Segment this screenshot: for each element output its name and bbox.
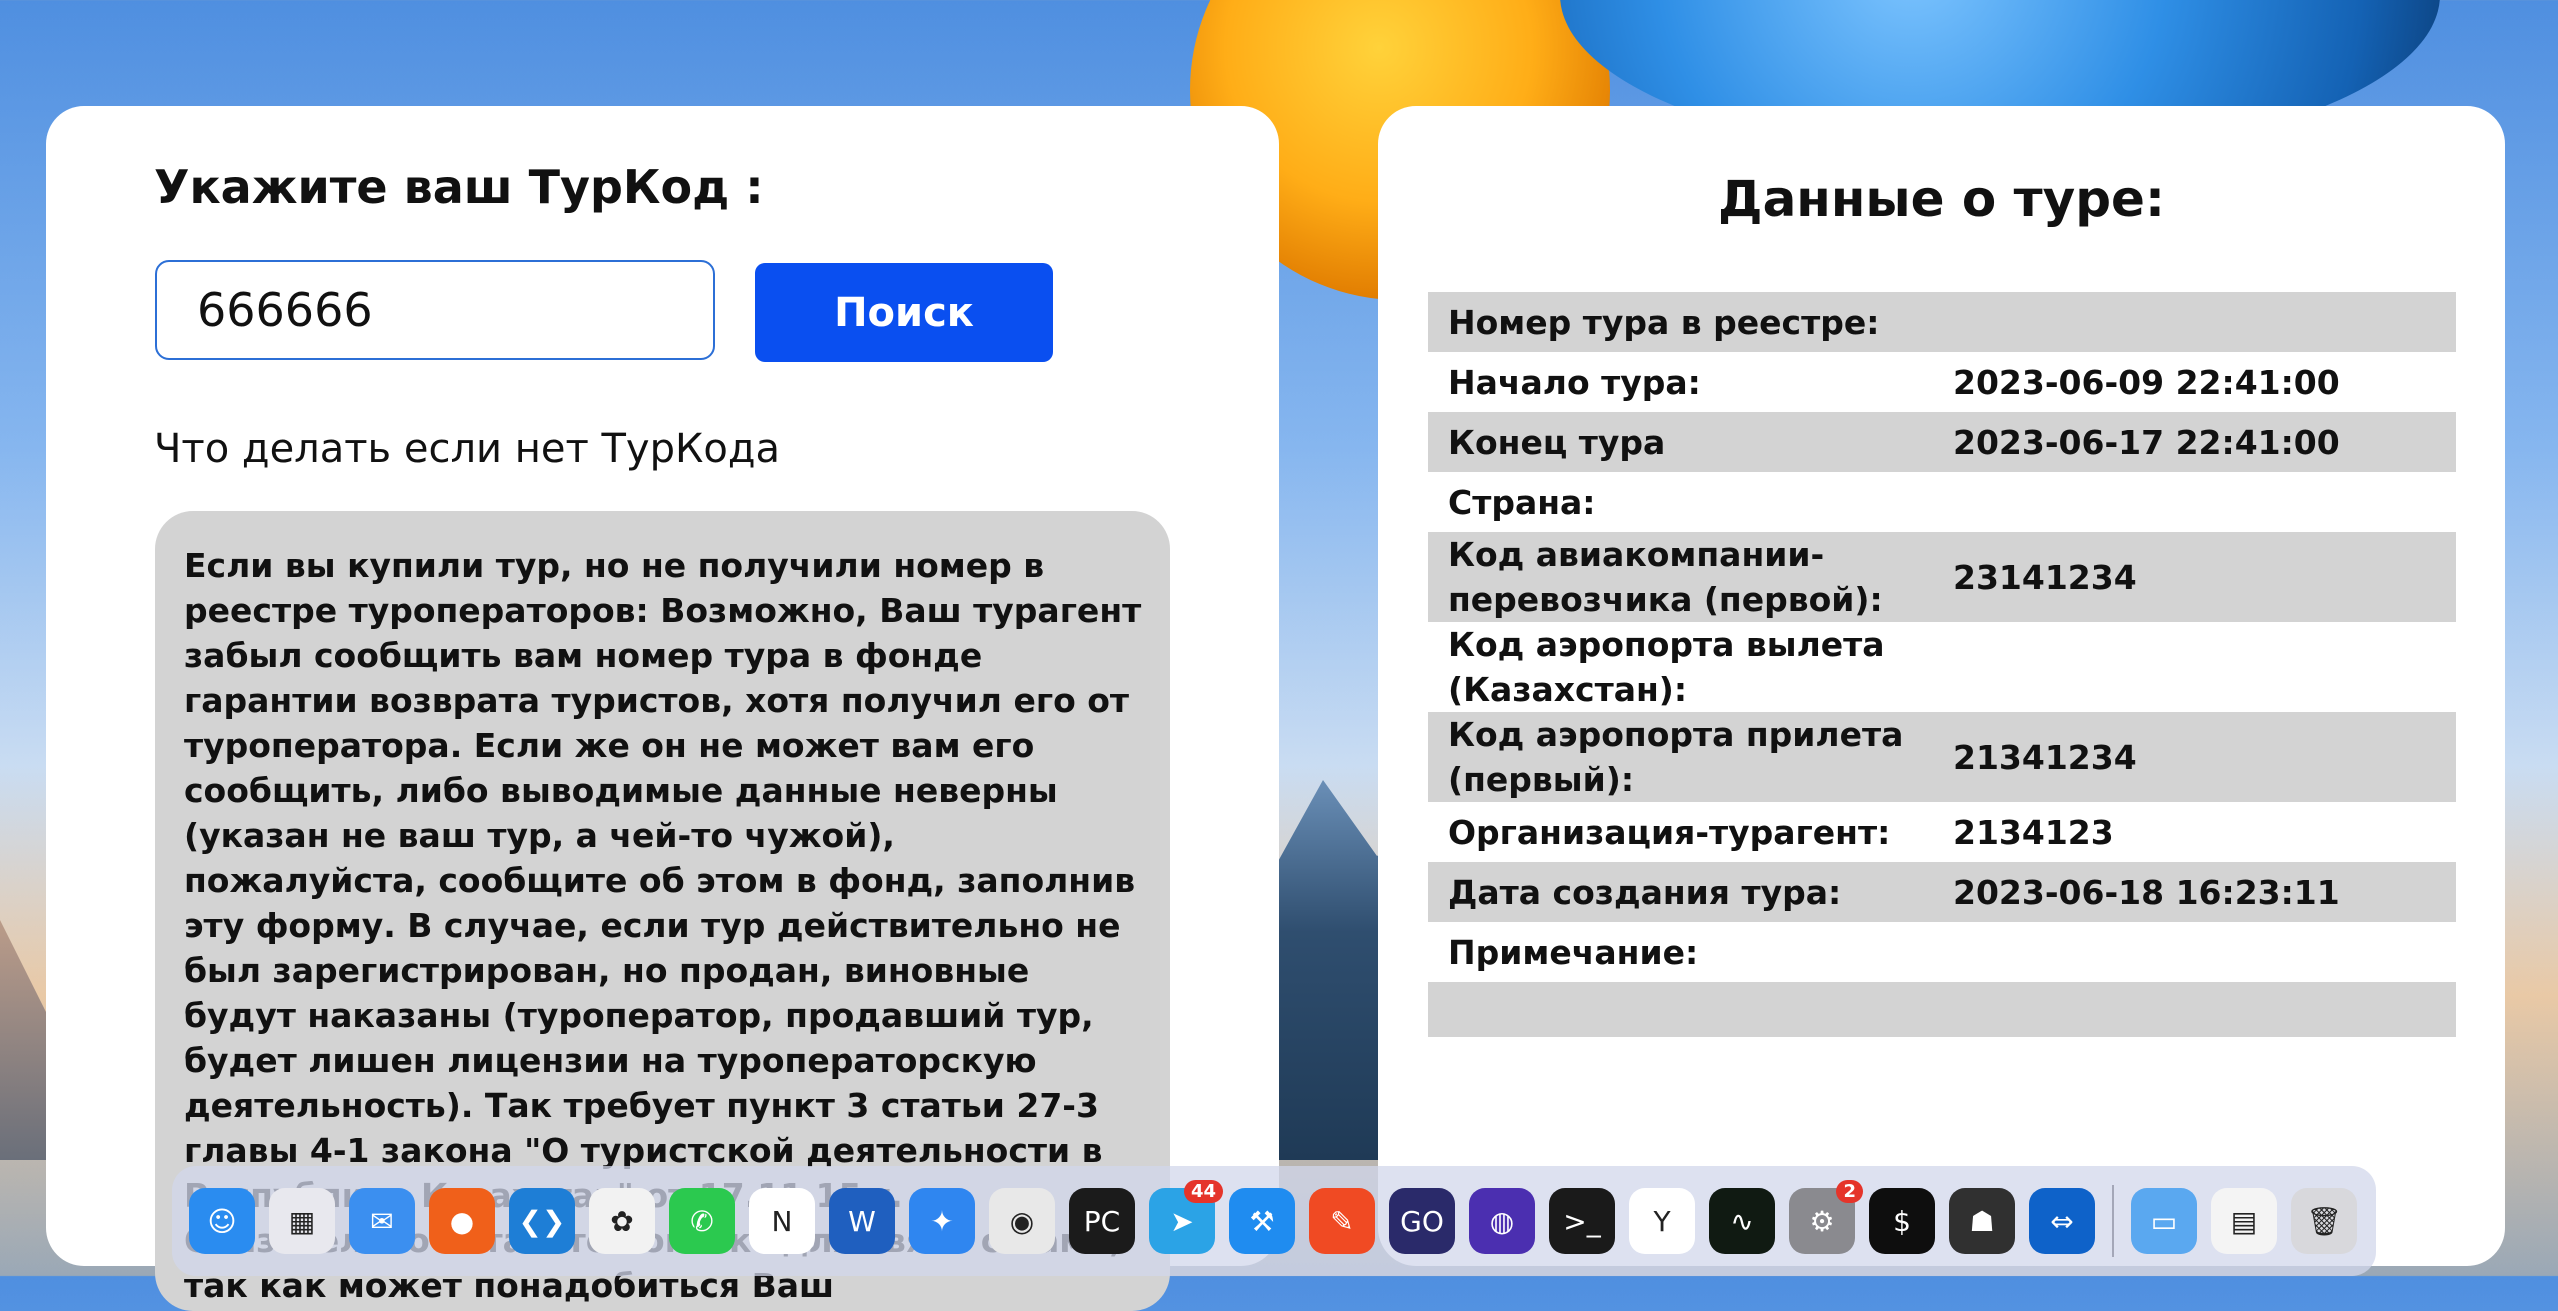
whatsapp-glyph: ✆ bbox=[690, 1204, 714, 1238]
dock: ☺ ▦ ✉ ● ❮❯ ✿ ✆ N W ✦ ◉ PC ➤ 44 ⚒ ✎ GO ◍ >_ Y ∿ ⚙ 2 $ ☗ ⇔ ▭ ▤ 🗑 bbox=[172, 1166, 2376, 1276]
row-value bbox=[1933, 622, 2456, 712]
word-icon[interactable]: W bbox=[829, 1188, 895, 1254]
iterm-icon[interactable]: $ bbox=[1869, 1188, 1935, 1254]
xcode-glyph: ⚒ bbox=[1249, 1204, 1275, 1238]
tourcode-panel: Укажите ваш ТурКод : Поиск Что делать ес… bbox=[46, 106, 1279, 1311]
system-settings-icon[interactable]: ⚙ 2 bbox=[1789, 1180, 1863, 1254]
table-row: Начало тура: 2023-06-09 22:41:00 bbox=[1428, 352, 2456, 412]
row-value bbox=[1933, 292, 2456, 352]
activity-monitor-icon[interactable]: ∿ bbox=[1709, 1188, 1775, 1254]
launchpad-glyph: ▦ bbox=[288, 1204, 316, 1238]
table-row: Код аэропорта прилета (первый): 21341234 bbox=[1428, 712, 2456, 802]
row-key: Конец тура bbox=[1428, 412, 1933, 472]
row-key: Страна: bbox=[1428, 472, 1933, 532]
paw-icon[interactable]: ✎ bbox=[1309, 1188, 1375, 1254]
table-row-empty bbox=[1428, 982, 2456, 1037]
safari-icon[interactable]: ✦ bbox=[909, 1188, 975, 1254]
search-button[interactable]: Поиск bbox=[755, 263, 1053, 362]
dock-separator bbox=[2112, 1185, 2114, 1257]
helmet-app-icon[interactable]: ☗ bbox=[1949, 1188, 2015, 1254]
row-value bbox=[1933, 472, 2456, 532]
table-row: Примечание: bbox=[1428, 922, 2456, 982]
table-row: Страна: bbox=[1428, 472, 2456, 532]
yandex-browser-icon[interactable]: Y bbox=[1629, 1188, 1695, 1254]
safari-glyph: ✦ bbox=[930, 1204, 954, 1238]
row-key: Код аэропорта прилета (первый): bbox=[1428, 712, 1933, 802]
terminal-glyph: >_ bbox=[1563, 1204, 1601, 1238]
row-key: Код авиакомпании-перевозчика (первой): bbox=[1428, 532, 1933, 622]
chrome-glyph: ◉ bbox=[1009, 1204, 1035, 1238]
row-value: 2023-06-09 22:41:00 bbox=[1933, 352, 2456, 412]
finder-icon[interactable]: ☺ bbox=[189, 1188, 255, 1254]
downloads-folder-icon[interactable]: ▭ bbox=[2131, 1188, 2197, 1254]
firefox-icon[interactable]: ● bbox=[429, 1188, 495, 1254]
mail-glyph: ✉ bbox=[370, 1204, 394, 1238]
terminal-icon[interactable]: >_ bbox=[1549, 1188, 1615, 1254]
system-settings-glyph: ⚙ bbox=[1809, 1204, 1835, 1238]
empty-cell bbox=[1933, 982, 2456, 1037]
telegram-icon[interactable]: ➤ 44 bbox=[1149, 1180, 1223, 1254]
firefox-glyph: ● bbox=[449, 1204, 475, 1238]
word-glyph: W bbox=[848, 1204, 876, 1238]
pycharm-glyph: PC bbox=[1083, 1204, 1121, 1238]
row-value bbox=[1933, 922, 2456, 982]
tourcode-title: Укажите ваш ТурКод : bbox=[154, 160, 764, 214]
row-key: Код аэропорта вылета (Казахстан): bbox=[1428, 622, 1933, 712]
row-value: 2023-06-17 22:41:00 bbox=[1933, 412, 2456, 472]
yandex-browser-glyph: Y bbox=[1653, 1204, 1671, 1238]
teamviewer-icon[interactable]: ⇔ bbox=[2029, 1188, 2095, 1254]
document-preview-icon[interactable]: ▤ bbox=[2211, 1188, 2277, 1254]
no-tourcode-heading: Что делать если нет ТурКода bbox=[154, 426, 781, 472]
table-row: Дата создания тура: 2023-06-18 16:23:11 bbox=[1428, 862, 2456, 922]
helmet-app-glyph: ☗ bbox=[1969, 1204, 1995, 1238]
pycharm-icon[interactable]: PC bbox=[1069, 1188, 1135, 1254]
row-value: 21341234 bbox=[1933, 712, 2456, 802]
finder-glyph: ☺ bbox=[207, 1204, 237, 1238]
row-key: Организация-турагент: bbox=[1428, 802, 1933, 862]
trash-glyph: 🗑 bbox=[2306, 1204, 2342, 1238]
table-row: Код авиакомпании-перевозчика (первой): 23… bbox=[1428, 532, 2456, 622]
tour-details-title: Данные о туре: bbox=[1718, 170, 2165, 228]
empty-cell bbox=[1428, 982, 1933, 1037]
row-key: Примечание: bbox=[1428, 922, 1933, 982]
goland-icon[interactable]: GO bbox=[1389, 1188, 1455, 1254]
preview-app-glyph: ◍ bbox=[1489, 1204, 1515, 1238]
notification-badge: 2 bbox=[1836, 1180, 1863, 1203]
activity-monitor-glyph: ∿ bbox=[1730, 1204, 1754, 1238]
photos-icon[interactable]: ✿ bbox=[589, 1188, 655, 1254]
trash-icon[interactable]: 🗑 bbox=[2291, 1188, 2357, 1254]
table-row: Номер тура в реестре: bbox=[1428, 292, 2456, 352]
launchpad-icon[interactable]: ▦ bbox=[269, 1188, 335, 1254]
chrome-icon[interactable]: ◉ bbox=[989, 1188, 1055, 1254]
mail-icon[interactable]: ✉ bbox=[349, 1188, 415, 1254]
notion-icon[interactable]: N bbox=[749, 1188, 815, 1254]
table-row: Конец тура 2023-06-17 22:41:00 bbox=[1428, 412, 2456, 472]
tourcode-input[interactable] bbox=[155, 260, 715, 360]
whatsapp-icon[interactable]: ✆ bbox=[669, 1188, 735, 1254]
vscode-icon[interactable]: ❮❯ bbox=[509, 1188, 575, 1254]
vscode-glyph: ❮❯ bbox=[518, 1204, 566, 1238]
row-value: 2134123 bbox=[1933, 802, 2456, 862]
xcode-icon[interactable]: ⚒ bbox=[1229, 1188, 1295, 1254]
preview-app-icon[interactable]: ◍ bbox=[1469, 1188, 1535, 1254]
row-key: Номер тура в реестре: bbox=[1428, 292, 1933, 352]
row-key: Начало тура: bbox=[1428, 352, 1933, 412]
downloads-folder-glyph: ▭ bbox=[2150, 1204, 2178, 1238]
table-row: Код аэропорта вылета (Казахстан): bbox=[1428, 622, 2456, 712]
tour-details-table: Номер тура в реестре: Начало тура: 2023-0… bbox=[1428, 292, 2456, 1037]
goland-glyph: GO bbox=[1400, 1204, 1444, 1238]
photos-glyph: ✿ bbox=[610, 1204, 634, 1238]
table-row: Организация-турагент: 2134123 bbox=[1428, 802, 2456, 862]
tour-details-panel: Данные о туре: Номер тура в реестре: Нач… bbox=[1378, 106, 2505, 1266]
document-preview-glyph: ▤ bbox=[2230, 1204, 2258, 1238]
iterm-glyph: $ bbox=[1893, 1204, 1911, 1238]
paw-glyph: ✎ bbox=[1330, 1204, 1354, 1238]
notification-badge: 44 bbox=[1183, 1180, 1223, 1203]
teamviewer-glyph: ⇔ bbox=[2050, 1204, 2074, 1238]
row-key: Дата создания тура: bbox=[1428, 862, 1933, 922]
row-value: 23141234 bbox=[1933, 532, 2456, 622]
row-value: 2023-06-18 16:23:11 bbox=[1933, 862, 2456, 922]
notion-glyph: N bbox=[771, 1204, 793, 1238]
telegram-glyph: ➤ bbox=[1170, 1204, 1194, 1238]
